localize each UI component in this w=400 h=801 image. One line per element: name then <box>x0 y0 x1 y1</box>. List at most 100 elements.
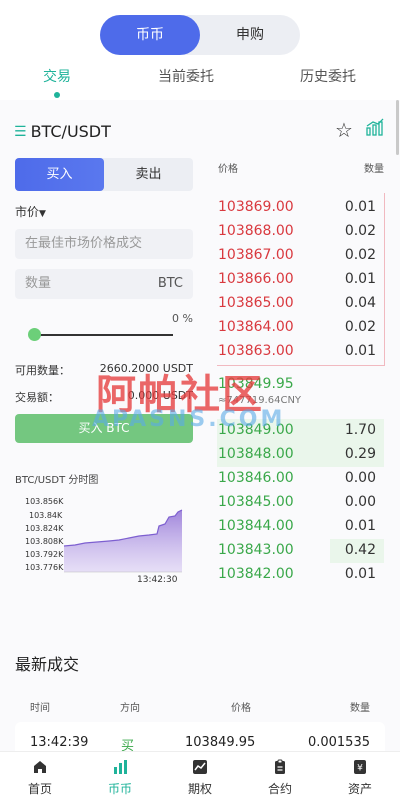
quantity-unit: BTC <box>157 276 183 291</box>
watermark-en: APASNS.COM <box>92 407 286 432</box>
nav-coin[interactable]: 币币 <box>80 752 160 801</box>
ask-price: 103867.00 <box>218 247 294 263</box>
ask-price: 103865.00 <box>218 295 294 311</box>
price-placeholder: 在最佳市场价格成交 <box>25 236 143 251</box>
ask-quantity: 0.01 <box>344 271 376 287</box>
ask-row[interactable]: 103864.00 0.02 <box>218 319 376 343</box>
col-time: 时间 <box>30 703 50 714</box>
percent-value: 0 % <box>172 312 193 325</box>
amount-label: 交易额： <box>15 391 59 404</box>
price-header: 价格 <box>218 164 238 175</box>
menu-icon[interactable]: ☰ <box>14 124 27 140</box>
col-side: 方向 <box>120 703 140 714</box>
mini-price-chart: 103.856K 103.84K 103.824K 103.808K 103.7… <box>25 497 183 585</box>
y-tick: 103.808K <box>25 537 64 546</box>
ask-price: 103864.00 <box>218 319 294 335</box>
y-tick: 103.792K <box>25 550 64 559</box>
bid-price: 103843.00 <box>218 542 294 558</box>
col-qty: 数量 <box>350 703 370 714</box>
tab-coin[interactable]: 币币 <box>100 15 200 55</box>
market-type-switch: 币币 申购 <box>100 15 300 55</box>
percent-slider-track[interactable] <box>33 334 173 336</box>
sub-tabs: 交易 当前委托 历史委托 <box>0 66 400 100</box>
sell-tab-button[interactable]: 卖出 <box>104 158 193 191</box>
nav-label: 合约 <box>267 782 292 796</box>
ask-row[interactable]: 103869.00 0.01 <box>218 199 376 223</box>
ask-price: 103868.00 <box>218 223 294 239</box>
available-label: 可用数量： <box>15 364 70 377</box>
home-icon <box>34 761 46 773</box>
order-type-select[interactable]: 市价▼ <box>15 203 46 220</box>
percent-slider-handle[interactable] <box>28 328 41 341</box>
nav-label: 首页 <box>27 782 52 796</box>
ask-quantity: 0.02 <box>344 223 376 239</box>
bid-quantity: 0.29 <box>344 446 376 462</box>
quantity-field[interactable]: 数量 BTC <box>15 269 193 299</box>
nav-home[interactable]: 首页 <box>0 752 80 801</box>
bid-price: 103846.00 <box>218 470 294 486</box>
tab-open-orders[interactable]: 当前委托 <box>158 66 214 86</box>
tab-subscribe[interactable]: 申购 <box>200 15 300 55</box>
trade-price: 103849.95 <box>185 735 256 750</box>
wallet-icon: ¥ <box>354 760 366 774</box>
scrollbar[interactable] <box>396 100 399 155</box>
active-tab-indicator <box>54 92 60 98</box>
ask-quantity: 0.04 <box>344 295 376 311</box>
pair-selector[interactable]: ☰ BTC/USDT <box>14 122 111 141</box>
ask-row[interactable]: 103867.00 0.02 <box>218 247 376 271</box>
ask-price: 103869.00 <box>218 199 294 215</box>
bid-quantity: 0.00 <box>344 494 376 510</box>
ask-quantity: 0.01 <box>344 343 376 359</box>
kline-chart-icon[interactable] <box>366 118 384 136</box>
bid-quantity: 0.01 <box>344 566 376 582</box>
col-price: 价格 <box>231 703 251 714</box>
nav-contract[interactable]: 合约 <box>240 752 320 801</box>
bid-quantity: 1.70 <box>344 422 376 438</box>
bid-price: 103842.00 <box>218 566 294 582</box>
bid-price: 103848.00 <box>218 446 294 462</box>
bid-row[interactable]: 103844.00 0.01 <box>218 518 376 542</box>
bottom-nav: 首页 币币 期权 合约 ¥ 资产 <box>0 751 400 801</box>
bid-quantity: 0.00 <box>344 470 376 486</box>
y-tick: 103.84K <box>29 511 63 520</box>
bid-row[interactable]: 103842.00 0.01 <box>218 566 376 590</box>
quantity-placeholder: 数量 <box>25 276 52 291</box>
price-field[interactable]: 在最佳市场价格成交 <box>15 229 193 259</box>
bid-row[interactable]: 103843.00 0.42 <box>218 542 376 566</box>
bid-quantity: 0.01 <box>344 518 376 534</box>
buy-tab-button[interactable]: 买入 <box>15 158 104 191</box>
favorite-star-icon[interactable]: ☆ <box>335 118 353 142</box>
y-tick: 103.824K <box>25 524 64 533</box>
bid-price: 103844.00 <box>218 518 294 534</box>
tab-order-history[interactable]: 历史委托 <box>300 66 356 86</box>
trend-icon <box>193 760 207 774</box>
nav-options[interactable]: 期权 <box>160 752 240 801</box>
bid-price: 103845.00 <box>218 494 294 510</box>
nav-label: 期权 <box>187 782 212 796</box>
ask-price: 103866.00 <box>218 271 294 287</box>
y-tick: 103.776K <box>25 563 64 572</box>
latest-trades-title: 最新成交 <box>15 655 80 674</box>
nav-assets[interactable]: ¥ 资产 <box>320 752 400 801</box>
ask-row[interactable]: 103866.00 0.01 <box>218 271 376 295</box>
ask-row[interactable]: 103868.00 0.02 <box>218 223 376 247</box>
bid-row[interactable]: 103845.00 0.00 <box>218 494 376 518</box>
chevron-down-icon: ▼ <box>39 209 46 219</box>
pair-label: BTC/USDT <box>30 122 111 141</box>
y-tick: 103.856K <box>25 497 64 506</box>
quantity-header: 数量 <box>364 164 384 175</box>
trade-time: 13:42:39 <box>30 735 89 750</box>
buy-sell-toggle: 买入 卖出 <box>15 158 193 191</box>
price-area <box>64 510 182 572</box>
ask-quantity: 0.01 <box>344 199 376 215</box>
clipboard-icon <box>275 759 285 774</box>
ask-price: 103863.00 <box>218 343 294 359</box>
nav-label: 资产 <box>347 782 372 796</box>
order-type-label: 市价 <box>15 205 40 219</box>
bid-row[interactable]: 103846.00 0.00 <box>218 470 376 494</box>
ask-row[interactable]: 103865.00 0.04 <box>218 295 376 319</box>
bid-row[interactable]: 103848.00 0.29 <box>218 446 376 470</box>
nav-label: 币币 <box>107 782 132 796</box>
bid-quantity: 0.42 <box>344 542 376 558</box>
tab-trade[interactable]: 交易 <box>43 66 71 86</box>
